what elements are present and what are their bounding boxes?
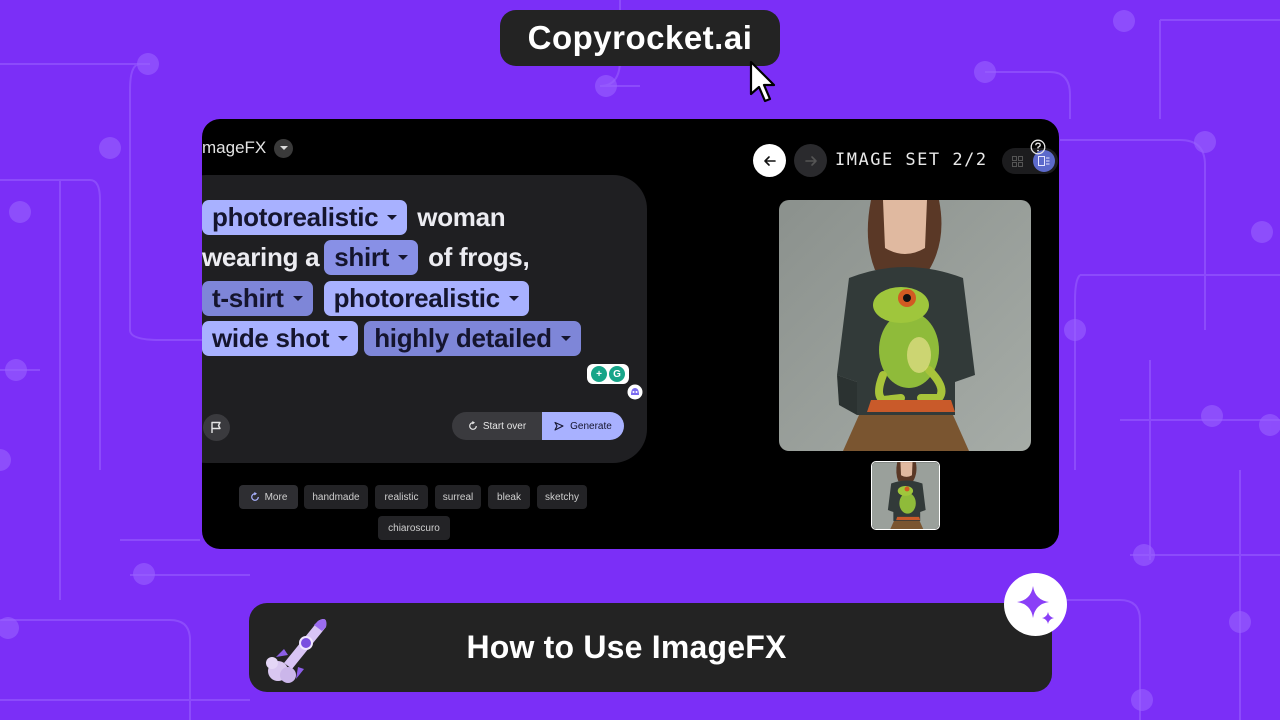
browser-extension-badges[interactable]: + G [587, 364, 629, 384]
chevron-down-icon [398, 255, 409, 261]
grammarly-icon[interactable]: G [609, 366, 625, 382]
generate-icon [554, 421, 564, 431]
cursor-icon [749, 60, 776, 103]
prompt-chip[interactable]: photorealistic [202, 199, 408, 235]
reset-icon [468, 421, 477, 430]
chevron-down-icon[interactable] [274, 138, 294, 158]
generate-button[interactable]: Generate [542, 412, 624, 440]
prompt-line: t-shirt photorealistic [202, 278, 622, 319]
gemini-badge [1004, 573, 1067, 636]
prompt-word: woman [417, 201, 506, 232]
chevron-down-icon [508, 295, 519, 301]
prompt-editor[interactable]: photorealistic woman wearing a shirt of … [202, 197, 622, 359]
generated-image-art [779, 200, 1031, 451]
imagefx-app-window: mageFX photorealistic woman wearing a sh… [202, 119, 1059, 549]
assistant-icon[interactable] [627, 384, 643, 400]
refresh-icon [250, 492, 259, 501]
prompt-actions: Start over Generate [452, 412, 624, 440]
generate-label: Generate [570, 420, 612, 432]
app-title[interactable]: mageFX [202, 137, 294, 159]
chevron-down-icon [338, 336, 349, 342]
previous-set-button[interactable] [753, 144, 786, 177]
report-button[interactable] [203, 414, 230, 441]
prompt-chip[interactable]: shirt [324, 240, 419, 276]
start-over-label: Start over [482, 420, 527, 432]
start-over-button[interactable]: Start over [452, 412, 542, 440]
suggestion-tag[interactable]: handmade [304, 485, 368, 509]
prompt-line: wearing a shirt of frogs, [202, 238, 622, 279]
image-set-label: IMAGE SET 2/2 [835, 150, 988, 170]
prompt-line: wide shot highly detailed [202, 319, 622, 360]
flag-icon [211, 421, 221, 433]
help-icon[interactable] [1030, 139, 1046, 155]
chevron-down-icon [292, 295, 303, 301]
thumbnail-art [872, 462, 939, 529]
sparkle-icon [1016, 585, 1054, 624]
chevron-down-icon [387, 214, 398, 220]
title-banner: How to Use ImageFX [249, 603, 1052, 692]
suggestion-tag[interactable]: surreal [435, 485, 481, 509]
prompt-chip[interactable]: t-shirt [202, 280, 313, 316]
rocket-icon [266, 619, 327, 683]
brand-name: Copyrocket.ai [527, 19, 753, 56]
generated-image[interactable] [779, 200, 1031, 451]
prompt-chip[interactable]: wide shot [202, 321, 359, 357]
next-set-button[interactable] [794, 144, 827, 177]
image-thumbnail[interactable] [871, 461, 940, 530]
arrow-right-icon [804, 155, 817, 166]
prompt-word: of frogs, [428, 242, 530, 273]
app-title-text: mageFX [202, 138, 267, 157]
banner-title: How to Use ImageFX [466, 629, 787, 665]
prompt-chip[interactable]: highly detailed [364, 321, 581, 357]
prompt-chip[interactable]: photorealistic [323, 280, 529, 316]
extension-icon[interactable]: + [591, 366, 607, 382]
suggestion-tag[interactable]: chiaroscuro [378, 516, 450, 540]
more-label: More [264, 491, 288, 503]
brand-badge: Copyrocket.ai [500, 10, 780, 66]
chevron-down-icon [560, 336, 571, 342]
arrow-left-icon [763, 155, 776, 166]
suggestion-tag[interactable]: realistic [375, 485, 428, 509]
prompt-word: wearing a [202, 242, 320, 273]
prompt-line: photorealistic woman [202, 197, 622, 238]
more-suggestions-button[interactable]: More [239, 485, 298, 509]
grid-view-icon[interactable] [1007, 151, 1027, 171]
suggestion-tag[interactable]: sketchy [537, 485, 587, 509]
suggestion-tag[interactable]: bleak [488, 485, 530, 509]
